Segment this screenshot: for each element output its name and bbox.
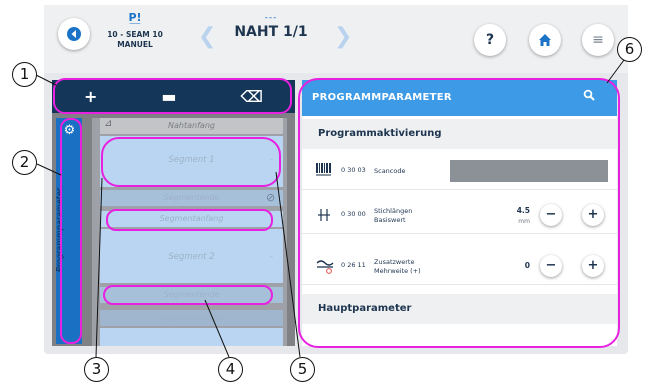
- scancode-field[interactable]: [450, 160, 608, 182]
- gear-icon[interactable]: ⚙: [62, 123, 77, 138]
- seam-start-icon: ⊿: [104, 118, 113, 129]
- program-mode: MANUEL: [117, 40, 153, 49]
- param-label: Stichlängen Basiswert: [374, 207, 413, 224]
- increment-button[interactable]: +: [582, 255, 604, 277]
- segmentanfang-1[interactable]: Segmentanfang: [100, 211, 283, 227]
- param-value: 0: [524, 261, 530, 270]
- delete-icon[interactable]: ⌫: [240, 87, 263, 106]
- callout-1: 1: [12, 62, 37, 87]
- stage: P! ‾‾‾ 10 - SEAM 10 MANUEL ❮ --- NAHT 1/…: [0, 0, 650, 392]
- disabled-icon: ⊘: [266, 191, 276, 204]
- add-icon[interactable]: +: [84, 87, 97, 106]
- panel-title: PROGRAMMPARAMETER: [302, 80, 617, 116]
- callout-3: 3: [84, 357, 109, 382]
- segment-2[interactable]: Segment 2-: [100, 229, 283, 283]
- search-icon[interactable]: [583, 89, 595, 105]
- next-seam-icon[interactable]: ❯: [334, 24, 352, 49]
- seam-dash: ---: [264, 13, 278, 23]
- callout-4: 4: [218, 357, 243, 382]
- help-button[interactable]: ?: [474, 24, 506, 56]
- segmentende-1[interactable]: Segmentende: [100, 190, 283, 206]
- seam-info: --- NAHT 1/1: [226, 14, 316, 41]
- param-code: 0 30 03: [341, 166, 366, 174]
- param-unit: mm: [518, 218, 530, 225]
- param-row-stichlaenge[interactable]: 0 30 00 Stichlängen Basiswert 4.5 mm − +: [302, 197, 617, 234]
- increment-button[interactable]: +: [582, 204, 604, 226]
- segment-3[interactable]: [100, 328, 283, 346]
- stitch-length-icon: [316, 207, 332, 223]
- param-label: Zusatzwerte Mehrweite (+): [374, 258, 421, 275]
- param-value: 4.5: [516, 206, 530, 215]
- section-programmaktivierung: Programmaktivierung: [302, 119, 617, 149]
- nahtanfang-label: Nahtanfang: [100, 118, 283, 134]
- decrement-button[interactable]: −: [540, 204, 562, 226]
- callout-2: 2: [12, 150, 37, 175]
- section-hauptparameter: Hauptparameter: [302, 294, 617, 324]
- wave-icon: [316, 258, 334, 274]
- segmentende-2[interactable]: Segmentende: [100, 287, 283, 303]
- menu-icon: ≡: [592, 32, 604, 48]
- param-code: 0 26 11: [341, 261, 366, 269]
- param-row-scancode[interactable]: 0 30 03 Scancode: [302, 153, 617, 190]
- barcode-icon: [316, 163, 332, 179]
- prev-seam-icon[interactable]: ❮: [198, 24, 216, 49]
- segment-toolbar: + ▬ ⌫: [52, 80, 295, 113]
- home-icon: [539, 34, 551, 46]
- param-row-zusatzwerte[interactable]: 0 26 11 Zusatzwerte Mehrweite (+) 0 − +: [302, 248, 617, 285]
- callout-6: 6: [617, 37, 642, 62]
- edit-icon[interactable]: ▬: [161, 87, 176, 106]
- decrement-button[interactable]: −: [540, 255, 562, 277]
- param-code: 0 30 00: [341, 210, 366, 218]
- callout-5: 5: [290, 357, 315, 382]
- back-arrow-icon: [67, 27, 81, 41]
- program-parameter-tab-label: Programmparameter: [55, 187, 64, 273]
- back-button[interactable]: [58, 18, 90, 50]
- help-icon: ?: [485, 32, 495, 48]
- segment-1[interactable]: Segment 1-: [100, 136, 283, 187]
- home-button[interactable]: [529, 24, 561, 56]
- segmentanfang-2[interactable]: Segmentanfang: [100, 310, 283, 326]
- seam-title: NAHT 1/1: [234, 24, 308, 40]
- param-label: Scancode: [374, 167, 406, 175]
- program-name: 10 - SEAM 10: [107, 30, 163, 39]
- program-info[interactable]: P! ‾‾‾ 10 - SEAM 10 MANUEL: [100, 12, 170, 50]
- menu-button[interactable]: ≡: [582, 24, 614, 56]
